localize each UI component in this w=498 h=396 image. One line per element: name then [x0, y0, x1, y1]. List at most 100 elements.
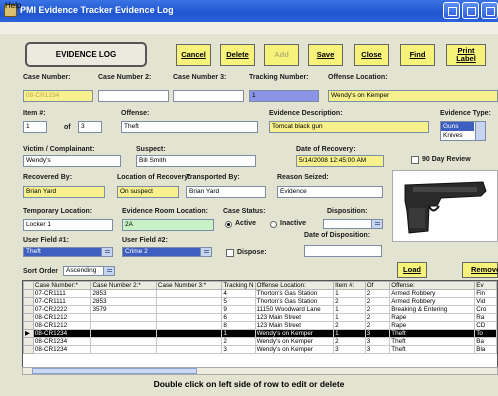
user-field1-select[interactable]: Theft	[23, 247, 113, 257]
print-label-button[interactable]: Print Label	[446, 44, 486, 66]
table-cell: 2853	[90, 289, 157, 298]
row-selector[interactable]	[23, 289, 34, 298]
close-button[interactable]: Close	[354, 44, 389, 66]
table-row[interactable]: 07-CR1111 2853 4 Thorton's Gas Station 1 2 Arm…	[23, 289, 497, 298]
evidence-type-list[interactable]: Guns Knives	[440, 121, 486, 141]
table-cell: Ra	[474, 313, 497, 322]
find-button[interactable]: Find	[400, 44, 435, 66]
chevron-down-icon	[101, 248, 112, 256]
row-selector[interactable]: ▶	[23, 329, 34, 338]
table-cell: 1	[333, 305, 366, 314]
row-selector[interactable]	[23, 313, 34, 322]
table-row[interactable]: 08-CR1212 8 123 Main Street 2 2 Rape CD	[23, 321, 497, 330]
table-cell: 2	[364, 313, 391, 322]
column-header[interactable]: Offense Location:	[254, 281, 335, 290]
horizontal-scrollbar[interactable]	[22, 367, 498, 375]
dispose-checkbox[interactable]	[226, 249, 234, 257]
table-row[interactable]: 08-CR1234 3 Wendy's on Kemper 3 3 Theft Bla	[23, 345, 497, 354]
minimize-button[interactable]	[443, 2, 460, 19]
scrollbar-thumb[interactable]	[32, 368, 197, 374]
table-cell: 5	[221, 297, 256, 306]
table-cell: 11150 Woodward Lane	[254, 305, 335, 314]
table-row[interactable]: 08-CR1234 2 Wendy's on Kemper 2 3 Theft Ba	[23, 337, 497, 346]
table-cell: Wendy's on Kemper	[254, 345, 335, 354]
column-header[interactable]: Tracking N	[221, 281, 256, 290]
offense-field[interactable]: Theft	[121, 121, 258, 133]
active-radio[interactable]	[225, 221, 232, 228]
load-button[interactable]: Load	[397, 262, 427, 278]
table-cell: 2853	[90, 297, 157, 306]
temporary-location-label: Temporary Location:	[23, 208, 93, 215]
column-header[interactable]: Case Number 2:*	[90, 281, 157, 290]
evidence-room-field[interactable]: 2A	[122, 219, 214, 231]
column-header[interactable]: Of	[364, 281, 391, 290]
table-cell: 3	[364, 329, 391, 338]
offense-label: Offense:	[121, 110, 150, 117]
sort-order-value: Ascending	[66, 267, 97, 274]
chevron-down-icon	[200, 248, 211, 256]
recovery-date-field[interactable]: 5/14/2008 12:45:00 AM	[296, 155, 384, 167]
cancel-button[interactable]: Cancel	[176, 44, 211, 66]
table-cell: 3	[333, 345, 366, 354]
location-recovery-field[interactable]: On suspect	[117, 186, 179, 198]
close-window-button[interactable]	[481, 2, 498, 19]
row-selector[interactable]	[23, 321, 34, 330]
table-cell: 123 Main Street	[254, 321, 335, 330]
item-number-field[interactable]: 1	[23, 121, 47, 133]
table-row[interactable]: ▶ 08-CR1234 1 Wendy's on Kemper 1 3 Theft To	[23, 329, 497, 338]
row-selector[interactable]	[23, 305, 34, 314]
table-cell: 2	[364, 297, 391, 306]
maximize-button[interactable]	[462, 2, 479, 19]
suspect-field[interactable]: Bill Smith	[136, 155, 256, 167]
inactive-radio[interactable]	[270, 221, 277, 228]
column-header[interactable]: Offense:	[389, 281, 476, 290]
row-selector[interactable]	[23, 297, 34, 306]
row-selector[interactable]	[23, 345, 34, 354]
evidence-type-scrollbar[interactable]	[475, 122, 485, 140]
table-cell: 2	[333, 337, 366, 346]
date-disposition-field[interactable]	[304, 245, 382, 257]
table-cell: Thorton's Gas Station	[254, 289, 335, 298]
offense-location-field[interactable]: Wendy's on Kemper	[328, 90, 498, 102]
table-row[interactable]: 07-CR1111 2853 5 Thorton's Gas Station 2 2 Arm…	[23, 297, 497, 306]
case-number3-field[interactable]	[173, 90, 244, 102]
table-cell: Rape	[389, 313, 476, 322]
table-cell: Vid	[474, 297, 497, 306]
transported-by-field[interactable]: Brian Yard	[186, 186, 266, 198]
case-status-label: Case Status:	[223, 208, 266, 215]
table-row[interactable]: 08-CR1212 6 123 Main Street 1 2 Rape Ra	[23, 313, 497, 322]
column-header[interactable]: Case Number:*	[32, 281, 92, 290]
evidence-description-field[interactable]: Tomcat black gun	[269, 121, 429, 133]
table-row[interactable]: 07-CR2222 3579 9 11150 Woodward Lane 1 2 Break…	[23, 305, 497, 314]
temporary-location-field[interactable]: Locker 1	[23, 219, 113, 231]
disposition-select[interactable]	[323, 219, 383, 229]
user-field2-select[interactable]: Crime 2	[122, 247, 212, 257]
table-cell: 1	[221, 329, 256, 338]
evidence-type-option[interactable]: Knives	[441, 131, 474, 140]
add-button[interactable]: Add	[264, 44, 299, 66]
menu-help[interactable]: Help	[5, 1, 21, 10]
table-cell: Armed Robbery	[389, 297, 476, 306]
remove-button[interactable]: Remove	[462, 262, 498, 278]
column-header[interactable]: Case Number 3:*	[155, 281, 223, 290]
ninety-day-review-checkbox[interactable]	[411, 156, 419, 164]
column-header[interactable]: Item #:	[333, 281, 366, 290]
victim-label: Victim / Complainant:	[23, 146, 95, 153]
table-cell: Rape	[389, 321, 476, 330]
case-number2-field[interactable]	[98, 90, 169, 102]
delete-button[interactable]: Delete	[220, 44, 255, 66]
sort-order-select[interactable]: Ascending	[63, 266, 115, 276]
table-cell: 3579	[90, 305, 157, 314]
table-cell: Cro	[474, 305, 497, 314]
of-field[interactable]: 3	[78, 121, 102, 133]
victim-field[interactable]: Wendy's	[23, 155, 121, 167]
evidence-grid[interactable]: Case Number:* Case Number 2:* Case Numbe…	[22, 280, 498, 374]
evidence-type-option[interactable]: Guns	[441, 122, 474, 131]
tracking-number-field[interactable]: 1	[249, 90, 319, 102]
case-number-field[interactable]: 08-CR1234	[23, 90, 93, 102]
column-header[interactable]: Ev	[474, 281, 497, 290]
reason-seized-field[interactable]: Evidence	[277, 186, 383, 198]
row-selector[interactable]	[23, 337, 34, 346]
save-button[interactable]: Save	[308, 44, 343, 66]
recovered-by-field[interactable]: Brian Yard	[23, 186, 105, 198]
